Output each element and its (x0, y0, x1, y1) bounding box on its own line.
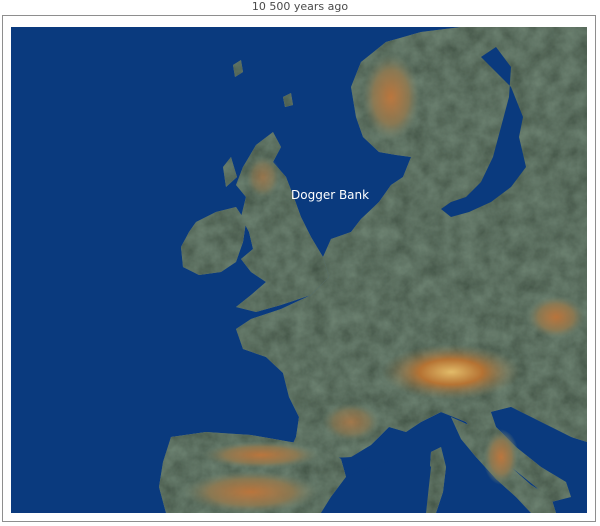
scandinavian-mountains (361, 52, 421, 142)
scottish-highlands (245, 155, 281, 199)
iberian-highlands (181, 470, 321, 513)
time-caption: 10 500 years ago (251, 0, 349, 13)
europe-relief-map (11, 27, 587, 513)
dogger-bank-label: Dogger Bank (291, 188, 370, 202)
carpathians (526, 295, 586, 339)
alps (381, 344, 521, 400)
apennines (483, 429, 519, 485)
pyrenees (201, 441, 321, 469)
central-massif (321, 402, 381, 442)
